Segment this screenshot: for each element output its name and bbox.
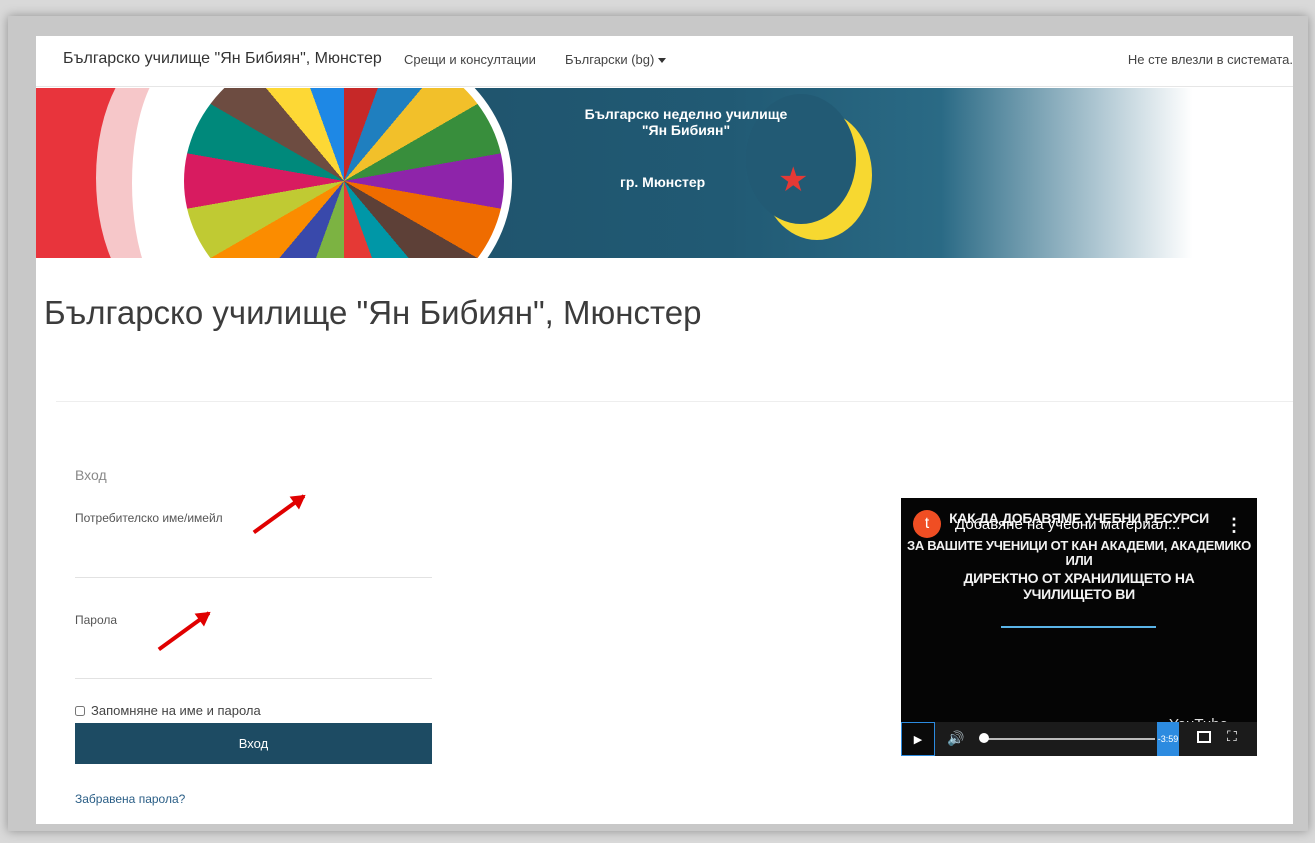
player-controls: ▶ 🔊 -3:59 ⛶	[901, 722, 1257, 756]
banner-line-2: "Ян Бибиян"	[641, 122, 731, 138]
volume-icon[interactable]: 🔊	[947, 730, 964, 747]
login-heading: Вход	[75, 467, 107, 483]
miniplayer-icon[interactable]	[1197, 731, 1211, 743]
remember-me-label: Запомняне на име и парола	[91, 703, 261, 718]
banner-school-name: Българско неделно училище "Ян Бибиян"	[566, 106, 806, 138]
progress-scrubber[interactable]	[979, 733, 989, 743]
page-title: Българско училище "Ян Бибиян", Мюнстер	[44, 294, 702, 331]
remember-me-checkbox[interactable]	[75, 705, 85, 716]
channel-avatar[interactable]: t	[913, 510, 941, 538]
video-heading-line-2: ЗА ВАШИТЕ УЧЕНИЦИ ОТ КАН АКАДЕМИ, АКАДЕМ…	[907, 538, 1251, 568]
header-banner: ★ Българско неделно училище "Ян Бибиян" …	[36, 88, 1293, 258]
forgot-password-link[interactable]: Забравена парола?	[75, 792, 185, 806]
youtube-video-player[interactable]: КАК ДА ДОБАВЯМЕ УЧЕБНИ РЕСУРСИ ЗА ВАШИТЕ…	[901, 498, 1257, 756]
time-remaining: -3:59	[1157, 722, 1179, 756]
caret-down-icon	[658, 58, 667, 64]
password-input[interactable]	[75, 642, 432, 679]
top-navbar: Българско училище "Ян Бибиян", Мюнстер С…	[36, 36, 1293, 87]
fullscreen-icon[interactable]: ⛶	[1227, 728, 1237, 745]
more-options-icon[interactable]: ⋮	[1225, 516, 1243, 534]
language-menu[interactable]: Български (bg)	[565, 52, 667, 67]
play-icon[interactable]: ▶	[901, 722, 935, 756]
login-button[interactable]: Вход	[75, 723, 432, 764]
site-brand-link[interactable]: Българско училище "Ян Бибиян", Мюнстер	[63, 50, 382, 68]
banner-city: гр. Мюнстер	[620, 174, 706, 190]
banner-line-1: Българско неделно училище	[584, 106, 788, 122]
video-title-link[interactable]: Добавяне на учебни материал...	[955, 516, 1180, 533]
annotation-arrow-username	[252, 494, 306, 535]
nav-meetings-link[interactable]: Срещи и консултации	[404, 52, 536, 67]
username-input[interactable]	[75, 541, 432, 578]
username-label: Потребителско име/имейл	[75, 511, 223, 525]
boy-figure-icon: ★	[778, 161, 809, 199]
login-status-text: Не сте влезли в системата.	[1127, 52, 1293, 67]
password-label: Парола	[75, 613, 118, 627]
progress-bar[interactable]	[985, 738, 1155, 740]
colored-pencils-image	[176, 88, 512, 258]
divider	[56, 401, 1293, 402]
language-label: Български (bg)	[565, 52, 655, 67]
video-divider-line	[1001, 626, 1156, 628]
video-heading-line-4: УЧИЛИЩЕТО ВИ	[1023, 586, 1135, 602]
remember-me-option[interactable]: Запомняне на име и парола	[75, 703, 261, 718]
video-heading-line-3: ДИРЕКТНО ОТ ХРАНИЛИЩЕТО НА	[963, 570, 1195, 586]
browser-page: Българско училище "Ян Бибиян", Мюнстер С…	[36, 36, 1293, 824]
